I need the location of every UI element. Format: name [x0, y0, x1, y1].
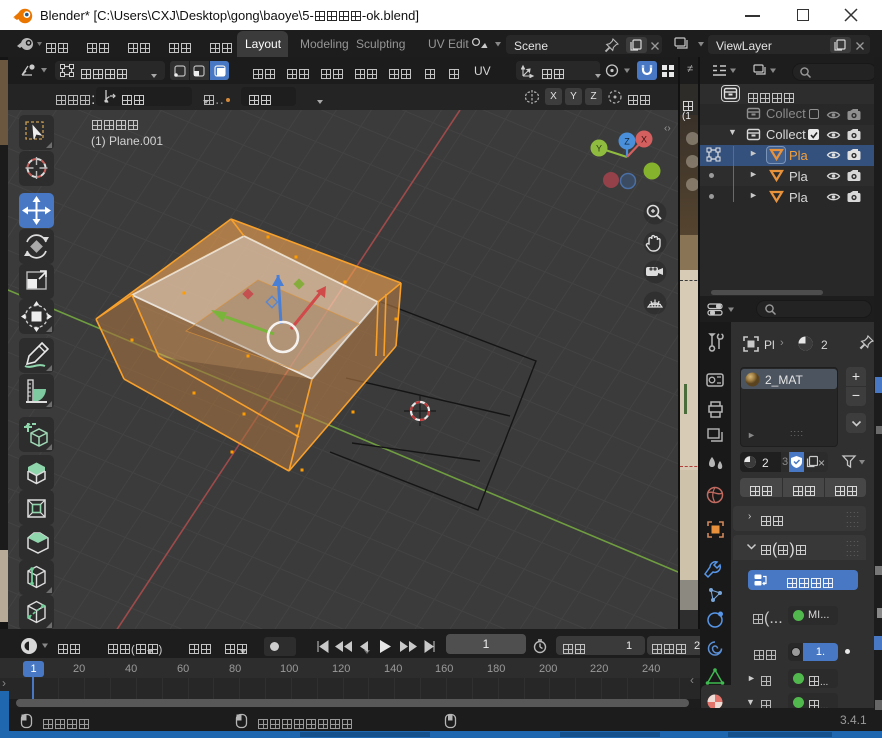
svg-text:Y: Y	[596, 144, 602, 154]
svg-text:X: X	[641, 135, 647, 145]
svg-text:Z: Z	[624, 137, 630, 147]
